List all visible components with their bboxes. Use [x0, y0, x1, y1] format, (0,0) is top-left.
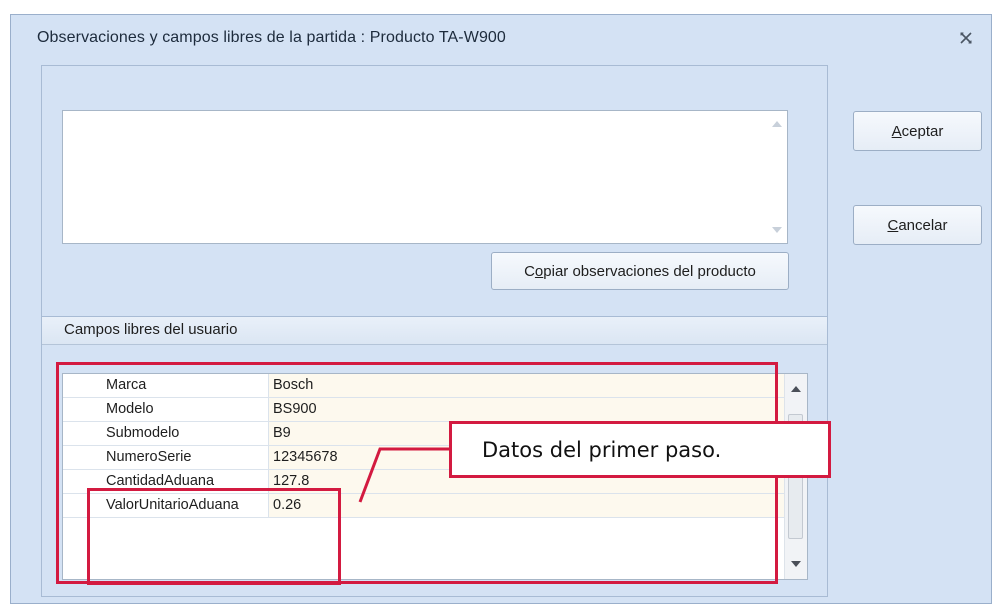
close-button[interactable] — [955, 27, 977, 49]
field-value[interactable]: Bosch — [269, 374, 786, 397]
field-name: Marca — [95, 374, 269, 397]
scroll-up-icon[interactable] — [772, 121, 782, 127]
window-title: Observaciones y campos libres de la part… — [37, 29, 506, 46]
row-indicator[interactable] — [63, 494, 95, 517]
field-name: CantidadAduana — [95, 470, 269, 493]
dialog-window: Observaciones y campos libres de la part… — [10, 14, 992, 604]
observations-scrollbar[interactable] — [767, 111, 787, 243]
scroll-down-icon[interactable] — [772, 227, 782, 233]
row-indicator[interactable] — [63, 470, 95, 493]
callout-box: Datos del primer paso. — [449, 421, 831, 478]
row-indicator[interactable] — [63, 422, 95, 445]
field-name: Submodelo — [95, 422, 269, 445]
table-row[interactable]: Modelo BS900 — [63, 398, 786, 422]
copy-observations-button[interactable]: Co piar observaciones del producto — [491, 252, 789, 290]
close-icon — [960, 32, 972, 44]
group-header: Campos libres del usuario — [42, 317, 827, 345]
observations-textarea[interactable] — [63, 111, 767, 243]
callout-text: Datos del primer paso. — [482, 437, 722, 462]
table-row[interactable]: ValorUnitarioAduana 0.26 — [63, 494, 786, 518]
accept-button[interactable]: Aceptar — [853, 111, 982, 151]
field-value[interactable]: BS900 — [269, 398, 786, 421]
group-title: Campos libres del usuario — [64, 321, 238, 338]
cancel-button[interactable]: Cancelar — [853, 205, 982, 245]
field-value[interactable]: 0.26 — [269, 494, 786, 517]
row-indicator[interactable] — [63, 446, 95, 469]
scroll-down-icon[interactable] — [791, 561, 801, 567]
row-indicator[interactable] — [63, 398, 95, 421]
field-name: Modelo — [95, 398, 269, 421]
row-indicator[interactable] — [63, 374, 95, 397]
table-row[interactable]: Marca Bosch — [63, 374, 786, 398]
scroll-up-icon[interactable] — [791, 386, 801, 392]
title-bar: Observaciones y campos libres de la part… — [11, 15, 991, 59]
observations-panel: Co piar observaciones del producto — [41, 65, 828, 318]
field-name: NumeroSerie — [95, 446, 269, 469]
field-name: ValorUnitarioAduana — [95, 494, 269, 517]
observations-box — [62, 110, 788, 244]
